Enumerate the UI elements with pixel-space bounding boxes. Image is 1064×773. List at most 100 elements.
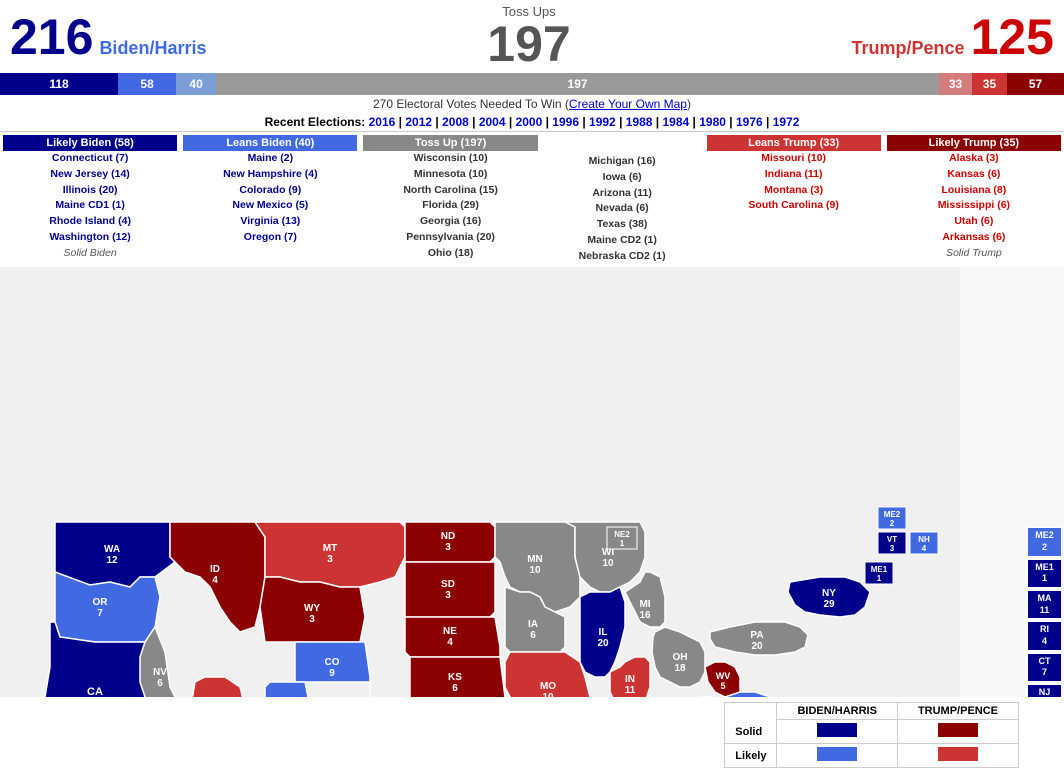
legend-likely-label: Likely bbox=[725, 744, 777, 768]
svg-text:CA: CA bbox=[87, 686, 103, 697]
legend-area: BIDEN/HARRIS TRUMP/PENCE Solid Likely bbox=[0, 697, 1064, 773]
svg-text:18: 18 bbox=[674, 663, 686, 674]
cat-leans-biden-header: Leans Biden (40) bbox=[183, 135, 357, 151]
svg-text:IA: IA bbox=[528, 619, 538, 630]
ev-needed: 270 Electoral Votes Needed To Win (Creat… bbox=[0, 95, 1064, 113]
svg-text:PA: PA bbox=[750, 630, 763, 641]
svg-text:20: 20 bbox=[751, 641, 763, 652]
election-year-link-1972[interactable]: 1972 bbox=[773, 115, 800, 129]
svg-text:WA: WA bbox=[104, 544, 120, 555]
bar-likely-biden: 58 bbox=[118, 73, 176, 95]
election-year-link-1984[interactable]: 1984 bbox=[663, 115, 690, 129]
svg-text:10: 10 bbox=[529, 565, 541, 576]
state-box-me1: ME11 bbox=[1027, 559, 1062, 588]
cat-likely-trump-header: Likely Trump (35) bbox=[887, 135, 1061, 151]
trump-score: Trump/Pence 125 bbox=[852, 12, 1054, 62]
election-year-link-2004[interactable]: 2004 bbox=[479, 115, 506, 129]
svg-text:7: 7 bbox=[97, 608, 103, 619]
svg-text:2: 2 bbox=[890, 519, 895, 528]
svg-text:ME1: ME1 bbox=[871, 565, 888, 574]
svg-text:5: 5 bbox=[720, 681, 725, 691]
categories-row: Likely Biden (58) Connecticut (7)New Jer… bbox=[0, 131, 1064, 267]
svg-text:OR: OR bbox=[93, 597, 109, 608]
svg-text:3: 3 bbox=[890, 544, 895, 553]
svg-text:3: 3 bbox=[445, 590, 451, 601]
election-year-link-2008[interactable]: 2008 bbox=[442, 115, 469, 129]
election-year-link-1988[interactable]: 1988 bbox=[626, 115, 653, 129]
svg-text:6: 6 bbox=[157, 678, 163, 689]
legend-table: BIDEN/HARRIS TRUMP/PENCE Solid Likely bbox=[724, 702, 1019, 768]
svg-text:OH: OH bbox=[673, 652, 688, 663]
election-year-link-2016[interactable]: 2016 bbox=[369, 115, 396, 129]
legend-solid-label: Solid bbox=[725, 720, 777, 744]
svg-text:16: 16 bbox=[639, 610, 651, 621]
svg-text:4: 4 bbox=[212, 575, 218, 586]
svg-text:20: 20 bbox=[597, 638, 609, 649]
svg-text:NE2: NE2 bbox=[614, 530, 630, 539]
svg-text:3: 3 bbox=[445, 542, 451, 553]
map-area: WA 12 OR 7 CA 55 ID 4 NV 6 AZ 11 MT 3 W bbox=[0, 267, 1064, 697]
svg-text:9: 9 bbox=[329, 668, 335, 679]
svg-text:12: 12 bbox=[106, 555, 118, 566]
toss-ups-number: 197 bbox=[487, 19, 570, 69]
election-year-link-1996[interactable]: 1996 bbox=[552, 115, 579, 129]
svg-text:CO: CO bbox=[325, 657, 340, 668]
svg-text:VT: VT bbox=[887, 535, 897, 544]
svg-text:ID: ID bbox=[210, 564, 220, 575]
svg-text:1: 1 bbox=[877, 574, 882, 583]
svg-text:NE: NE bbox=[443, 626, 457, 637]
svg-text:WY: WY bbox=[304, 603, 320, 614]
svg-text:6: 6 bbox=[452, 683, 458, 694]
svg-text:3: 3 bbox=[327, 554, 333, 565]
bar-likely-trump: 35 bbox=[972, 73, 1007, 95]
recent-elections: Recent Elections: 2016 | 2012 | 2008 | 2… bbox=[0, 113, 1064, 131]
create-map-link[interactable]: Create Your Own Map bbox=[569, 97, 687, 111]
svg-text:10: 10 bbox=[542, 692, 554, 697]
cat-likely-biden: Likely Biden (58) Connecticut (7)New Jer… bbox=[0, 132, 180, 267]
svg-text:4: 4 bbox=[447, 637, 453, 648]
cat-likely-biden-header: Likely Biden (58) bbox=[3, 135, 177, 151]
svg-text:29: 29 bbox=[823, 599, 835, 610]
svg-text:11: 11 bbox=[625, 685, 636, 696]
legend-trump-pence-header: TRUMP/PENCE bbox=[897, 703, 1018, 720]
trump-number: 125 bbox=[971, 12, 1054, 62]
svg-text:NH: NH bbox=[918, 535, 930, 544]
bar-toss: 197 bbox=[216, 73, 939, 95]
svg-text:IN: IN bbox=[625, 674, 635, 685]
sidebar-states: ME22 ME11 MA11 RI4 CT7 NJ14 DE3 MD10 DC3 bbox=[1027, 527, 1064, 697]
trump-label: Trump/Pence bbox=[852, 38, 965, 59]
biden-score: 216 Biden/Harris bbox=[10, 12, 206, 62]
us-map: WA 12 OR 7 CA 55 ID 4 NV 6 AZ 11 MT 3 W bbox=[0, 267, 960, 697]
state-box-nj: NJ14 bbox=[1027, 684, 1062, 697]
cat-leans-biden: Leans Biden (40) Maine (2)New Hampshire … bbox=[180, 132, 360, 267]
svg-text:NV: NV bbox=[153, 667, 167, 678]
election-year-link-1992[interactable]: 1992 bbox=[589, 115, 616, 129]
svg-text:MN: MN bbox=[527, 554, 543, 565]
election-year-link-2000[interactable]: 2000 bbox=[516, 115, 543, 129]
svg-text:6: 6 bbox=[530, 630, 536, 641]
svg-text:MT: MT bbox=[323, 543, 337, 554]
svg-text:KS: KS bbox=[448, 672, 462, 683]
legend-biden-harris-header: BIDEN/HARRIS bbox=[777, 703, 897, 720]
cat-toss-header: Toss Up (197) bbox=[363, 135, 537, 151]
svg-text:MI: MI bbox=[639, 599, 650, 610]
svg-text:4: 4 bbox=[922, 544, 927, 553]
bar-solid-biden: 118 bbox=[0, 73, 118, 95]
bar-lean-biden: 40 bbox=[176, 73, 216, 95]
election-year-link-1980[interactable]: 1980 bbox=[699, 115, 726, 129]
cat-leans-trump-header: Leans Trump (33) bbox=[707, 135, 881, 151]
election-year-link-1976[interactable]: 1976 bbox=[736, 115, 763, 129]
svg-text:10: 10 bbox=[602, 558, 614, 569]
svg-text:3: 3 bbox=[309, 614, 315, 625]
bar-solid-trump: 57 bbox=[1007, 73, 1064, 95]
svg-text:NY: NY bbox=[822, 588, 836, 599]
biden-number: 216 bbox=[10, 12, 93, 62]
state-box-ri: RI4 bbox=[1027, 621, 1062, 650]
toss-ups: Toss Ups 197 bbox=[487, 4, 570, 69]
svg-text:IL: IL bbox=[599, 627, 608, 638]
biden-label: Biden/Harris bbox=[99, 38, 206, 59]
election-year-link-2012[interactable]: 2012 bbox=[405, 115, 432, 129]
svg-text:SD: SD bbox=[441, 579, 455, 590]
cat-leans-trump: Leans Trump (33) Missouri (10)Indiana (1… bbox=[704, 132, 884, 267]
state-box-ma: MA11 bbox=[1027, 590, 1062, 619]
